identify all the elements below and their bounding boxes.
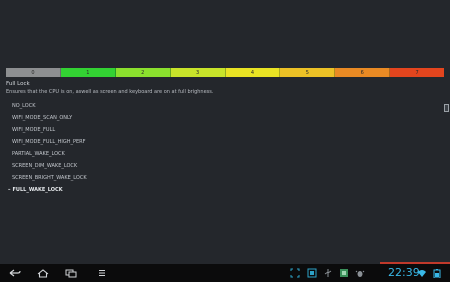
lock-option-item[interactable]: SCREEN_BRIGHT_WAKE_LOCK [8,172,87,184]
fullscreen-icon[interactable] [290,268,300,278]
level-segment-0[interactable]: 0 [6,68,61,77]
usb-icon [324,269,332,277]
selected-marker: – [8,187,11,193]
lock-option-item[interactable]: WIFI_MODE_FULL [8,124,87,136]
lock-option-label: WIFI_MODE_SCAN_ONLY [12,115,73,121]
lock-option-item[interactable]: WIFI_MODE_SCAN_ONLY [8,112,87,124]
lock-option-label: SCREEN_BRIGHT_WAKE_LOCK [12,175,87,181]
level-segment-1[interactable]: 1 [60,68,116,77]
side-panel-handle[interactable] [444,104,449,112]
lock-option-label: SCREEN_DIM_WAKE_LOCK [12,163,78,169]
lock-option-label: WIFI_MODE_FULL_HIGH_PERF [12,139,86,145]
level-segment-7[interactable]: 7 [390,68,444,77]
lock-option-label: PARTIAL_WAKE_LOCK [12,151,65,157]
lock-option-item[interactable]: SCREEN_DIM_WAKE_LOCK [8,160,87,172]
lock-option-label: WIFI_MODE_FULL [12,127,56,133]
lock-option-item[interactable]: WIFI_MODE_FULL_HIGH_PERF [8,136,87,148]
level-segment-5[interactable]: 5 [280,68,336,77]
lock-option-label: NO_LOCK [12,103,36,109]
back-icon[interactable] [8,268,22,278]
lock-option-item[interactable]: PARTIAL_WAKE_LOCK [8,148,87,160]
home-icon[interactable] [36,268,50,278]
level-segment-2[interactable]: 2 [115,68,171,77]
clock[interactable]: 22:39 [388,266,420,279]
level-bar: 01234567 [6,68,444,77]
menu-icon[interactable] [95,268,109,278]
wifi-icon [418,270,426,277]
app-screen: 01234567 Full Lock Ensures that the CPU … [0,0,450,264]
lock-description: Ensures that the CPU is on, aswell as sc… [6,89,214,95]
app-notification-icon[interactable] [339,268,349,278]
bug-icon [355,270,365,277]
level-segment-6[interactable]: 6 [335,68,391,77]
screenshot-icon[interactable] [307,268,317,278]
lock-option-item[interactable]: – FULL_WAKE_LOCK [8,184,87,196]
lock-option-list: NO_LOCK WIFI_MODE_SCAN_ONLY WIFI_MODE_FULL… [8,100,87,196]
level-segment-3[interactable]: 3 [170,68,226,77]
lock-option-label: FULL_WAKE_LOCK [12,187,63,193]
recent-apps-icon[interactable] [64,268,78,278]
level-segment-4[interactable]: 4 [225,68,281,77]
lock-option-item[interactable]: NO_LOCK [8,100,87,112]
battery-icon [433,269,441,278]
lock-title: Full Lock [6,81,30,87]
